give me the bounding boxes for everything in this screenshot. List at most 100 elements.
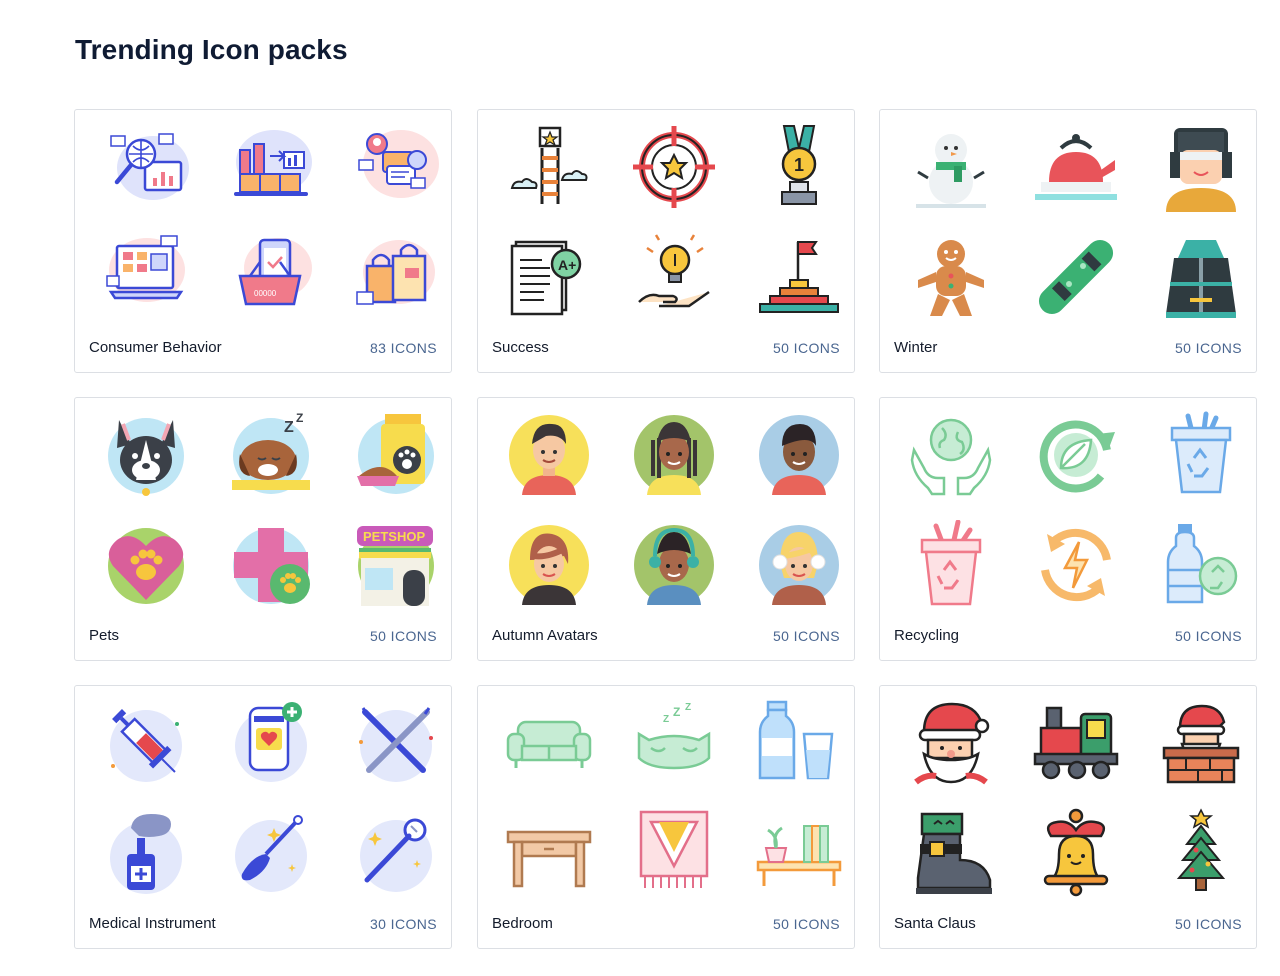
svg-text:00000: 00000 <box>254 289 277 298</box>
recycle-bin-blue-icon <box>1156 410 1246 500</box>
rug-icon <box>629 808 719 898</box>
pack-preview <box>906 122 1246 332</box>
svg-text:A+: A+ <box>558 257 576 273</box>
desk-icon <box>504 808 594 898</box>
hand-bulb-icon <box>629 232 719 322</box>
pack-preview: ZZZ <box>504 698 844 908</box>
pack-icon-count: 50 ICONS <box>773 340 840 356</box>
medal-icon: 1 <box>754 122 844 212</box>
pack-icon-count: 50 ICONS <box>1175 916 1242 932</box>
svg-text:1: 1 <box>794 155 804 175</box>
bookshelf-icon <box>754 808 844 898</box>
svg-text:Z: Z <box>685 702 691 713</box>
page-title: Trending Icon packs <box>75 34 348 65</box>
pack-card-medical-instrument[interactable]: Medical Instrument 30 ICONS <box>74 685 452 949</box>
svg-text:PETSHOP: PETSHOP <box>363 529 425 544</box>
pack-preview <box>101 698 441 908</box>
pack-icon-count: 50 ICONS <box>1175 340 1242 356</box>
petshop-icon: PETSHOP <box>351 520 441 610</box>
gingerbread-icon <box>906 232 996 322</box>
dental-tools-icon <box>351 698 441 788</box>
vet-cross-icon <box>226 520 316 610</box>
pack-preview <box>906 698 1246 908</box>
pet-food-icon <box>351 410 441 500</box>
pack-icon-count: 50 ICONS <box>773 916 840 932</box>
document-grade-icon: A+ <box>504 232 594 322</box>
christmas-tree-icon <box>1156 808 1246 898</box>
nasal-spray-icon <box>101 808 191 898</box>
pack-preview: 1 A+ <box>504 122 844 332</box>
pack-name: Consumer Behavior <box>89 339 222 356</box>
pack-name: Winter <box>894 339 938 356</box>
pack-card-bedroom[interactable]: ZZZ Bedroom 50 ICONS <box>477 685 855 949</box>
magnifier-globe-icon <box>101 122 191 212</box>
pack-card-recycling[interactable]: Recycling 50 ICONS <box>879 397 1257 661</box>
target-star-icon <box>629 122 719 212</box>
dental-mirror-icon <box>351 808 441 898</box>
woman-avatar-icon <box>504 520 594 610</box>
pack-card-santa-claus[interactable]: Santa Claus 50 ICONS <box>879 685 1257 949</box>
ear-cleaner-icon <box>226 808 316 898</box>
snowboard-icon <box>1031 232 1121 322</box>
pack-icon-count: 30 ICONS <box>370 916 437 932</box>
svg-text:Z: Z <box>673 705 680 719</box>
pack-icon-count: 50 ICONS <box>370 628 437 644</box>
shopping-bags-icon <box>351 232 441 322</box>
pack-name: Autumn Avatars <box>492 627 598 644</box>
pack-icon-count: 50 ICONS <box>1175 628 1242 644</box>
pack-preview: ZZ PETSHOP <box>101 410 441 620</box>
chat-people-icon <box>351 122 441 212</box>
pack-name: Medical Instrument <box>89 915 216 932</box>
kettle-icon <box>1031 122 1121 212</box>
pack-name: Success <box>492 339 549 356</box>
sleep-mask-icon: ZZZ <box>629 698 719 788</box>
blonde-earmuffs-avatar-icon <box>754 520 844 610</box>
person-earmuffs-avatar-icon <box>629 520 719 610</box>
pack-card-pets[interactable]: ZZ PETSHOP Pets 50 ICONS <box>74 397 452 661</box>
woman-braids-avatar-icon <box>629 410 719 500</box>
sleeping-dog-icon: ZZ <box>226 410 316 500</box>
pack-name: Recycling <box>894 627 960 644</box>
pack-preview <box>906 410 1246 620</box>
recycle-bin-pink-icon <box>906 520 996 610</box>
pack-preview <box>504 410 844 620</box>
svg-text:Z: Z <box>296 411 303 425</box>
man-dark-avatar-icon <box>754 410 844 500</box>
pack-name: Santa Claus <box>894 915 976 932</box>
winter-jacket-icon <box>1156 232 1246 322</box>
factory-icon <box>226 122 316 212</box>
pack-preview: 00000 <box>101 122 441 332</box>
svg-text:Z: Z <box>284 419 294 436</box>
ladder-star-icon <box>504 122 594 212</box>
sofa-icon <box>504 698 594 788</box>
phone-basket-icon: 00000 <box>226 232 316 322</box>
pack-card-autumn-avatars[interactable]: Autumn Avatars 50 ICONS <box>477 397 855 661</box>
bottle-recycle-icon <box>1156 520 1246 610</box>
pack-name: Pets <box>89 627 120 644</box>
pack-card-success[interactable]: 1 A+ Success 50 ICONS <box>477 109 855 373</box>
elf-boot-icon <box>906 808 996 898</box>
bell-icon <box>1031 808 1121 898</box>
hands-earth-icon <box>906 410 996 500</box>
podium-flag-icon <box>754 232 844 322</box>
dog-icon <box>101 410 191 500</box>
pack-card-winter[interactable]: Winter 50 ICONS <box>879 109 1257 373</box>
person-hat-icon <box>1156 122 1246 212</box>
svg-text:Z: Z <box>663 714 669 725</box>
milk-glass-icon <box>754 698 844 788</box>
syringe-icon <box>101 698 191 788</box>
santa-chimney-icon <box>1156 698 1246 788</box>
pack-icon-count: 83 ICONS <box>370 340 437 356</box>
heart-paw-icon <box>101 520 191 610</box>
pack-name: Bedroom <box>492 915 553 932</box>
pack-icon-count: 50 ICONS <box>773 628 840 644</box>
train-icon <box>1031 698 1121 788</box>
pack-card-consumer-behavior[interactable]: 00000 Consumer Behavior 83 ICONS <box>74 109 452 373</box>
leaf-cycle-icon <box>1031 410 1121 500</box>
medical-device-icon <box>226 698 316 788</box>
energy-cycle-icon <box>1031 520 1121 610</box>
man-avatar-icon <box>504 410 594 500</box>
santa-icon <box>906 698 996 788</box>
snowman-icon <box>906 122 996 212</box>
laptop-shop-icon <box>101 232 191 322</box>
